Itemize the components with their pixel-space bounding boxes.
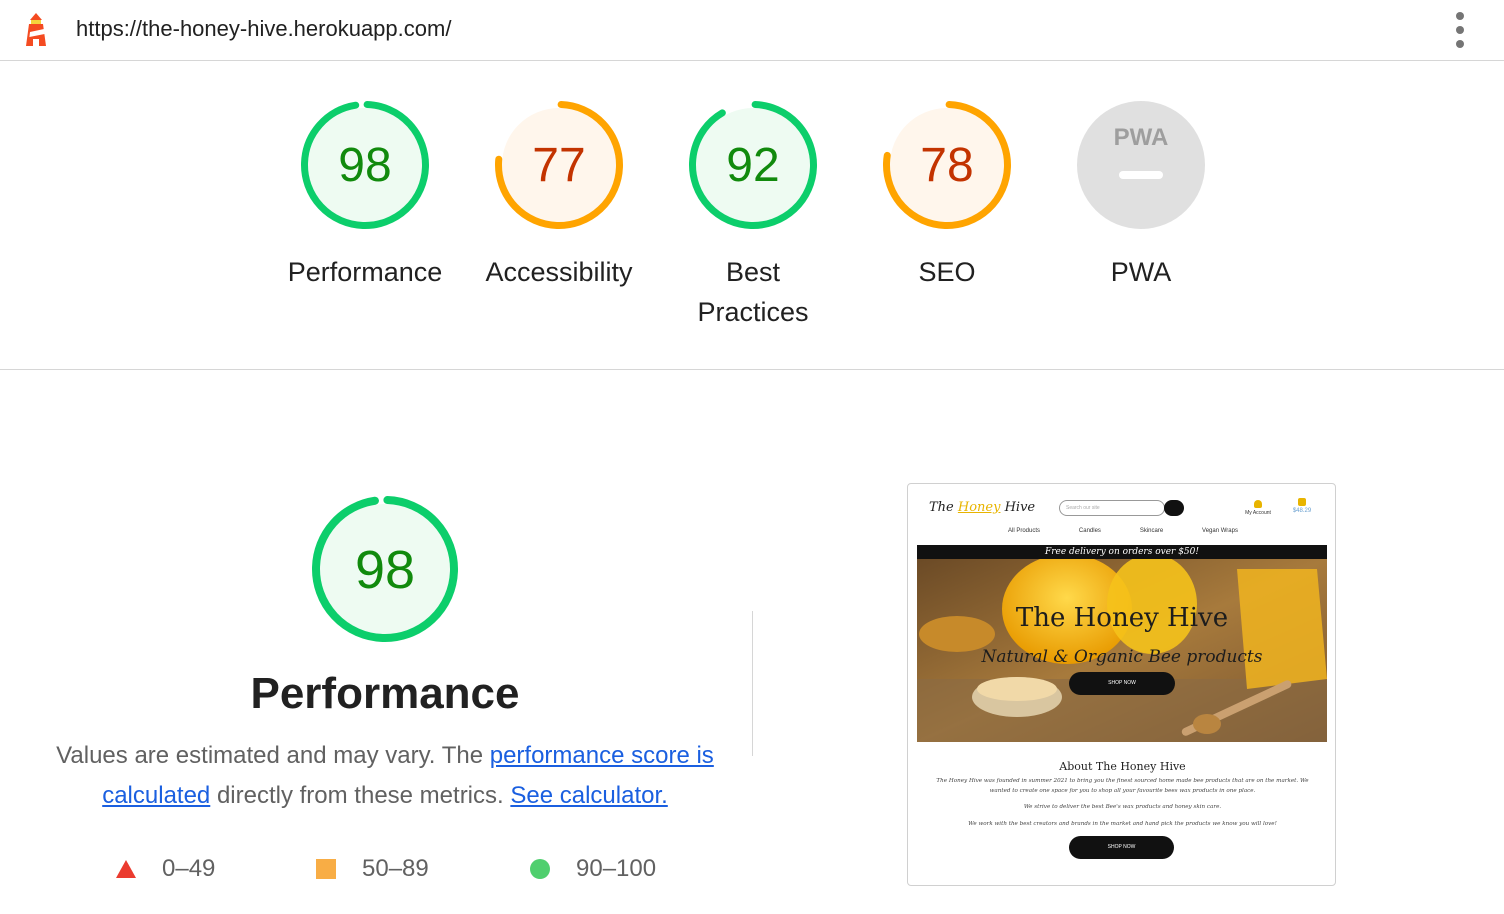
legend-average: 50–89 [316,851,429,887]
gauge-best-practices[interactable]: 92 Best Practices [656,100,850,332]
account-icon [1254,500,1262,508]
performance-title: Performance [250,669,520,718]
site-about-text: We strive to deliver the best Bee's wax … [1023,804,1222,810]
gauge-label: Best Practices [697,257,809,327]
gauge-label: Performance [287,257,443,287]
performance-description: Values are estimated and may vary. The p… [50,736,720,816]
fail-triangle-icon [116,860,136,878]
site-about-title: About The Honey Hive [1059,760,1186,773]
site-search-input: Search our site [1059,500,1165,516]
report-url[interactable]: https://the-honey-hive.herokuapp.com/ [76,16,451,42]
gauge-performance-ring: 98 [301,100,429,229]
legend-average-range: 50–89 [362,855,429,882]
gauge-best-practices-ring: 92 [689,100,817,229]
gauge-accessibility-ring: 77 [495,100,623,229]
site-hero-subtitle: Natural & Organic Bee products [981,647,1263,667]
cart-icon [1298,498,1306,506]
site-nav-item: All Products [1008,528,1041,534]
site-about-text: The Honey Hive was founded in summer 202… [936,778,1309,794]
gauge-pwa[interactable]: PWA PWA [1044,100,1238,292]
site-cart: $48.29 [1288,498,1316,514]
pwa-badge-icon: PWA [1077,101,1205,229]
performance-section: 98 Performance Values are estimated and … [0,371,1504,912]
gauge-label: SEO [918,257,976,287]
legend-fail-range: 0–49 [162,855,216,882]
gauge-seo[interactable]: 78 SEO [850,100,1044,292]
site-search-icon [1164,500,1184,516]
site-nav: All Products Candles Skincare Vegan Wrap… [1008,528,1238,534]
site-about-text: We work with the best creators and brand… [968,821,1277,827]
gauge-accessibility[interactable]: 77 Accessibility [462,100,656,292]
gauge-score: 98 [355,540,415,600]
gauge-score: 98 [338,139,391,192]
see-calculator-link[interactable]: See calculator. [510,782,667,809]
gauge-label: Accessibility [485,257,633,287]
pass-circle-icon [530,859,550,879]
desc-text-1: Values are estimated and may vary. The [56,742,490,769]
section-divider [752,611,753,756]
gauge-seo-ring: 78 [883,100,1011,229]
legend-fail: 0–49 [116,851,215,887]
gauge-label: PWA [1110,257,1172,287]
desc-text-2: directly from these metrics. [210,782,511,809]
site-hero-title: The Honey Hive [1015,603,1229,633]
report-toolbar: https://the-honey-hive.herokuapp.com/ [0,0,1504,61]
gauge-performance[interactable]: 98 Performance [268,100,462,292]
average-square-icon [316,859,336,879]
performance-gauge: 98 [312,496,458,642]
category-gauges: 98 Performance 77 Accessibility 92 Best … [0,62,1504,370]
final-screenshot[interactable]: The Honey Hive Search our site My Accoun… [907,483,1336,886]
site-account: My Account [1238,500,1278,516]
site-logo: The Honey Hive [929,500,1036,515]
site-nav-item: Skincare [1139,528,1164,534]
more-vert-icon[interactable] [1448,10,1472,50]
site-delivery-banner: Free delivery on orders over $50! [917,545,1327,559]
site-shop-now-button: SHOP NOW [1069,836,1174,859]
legend-pass-range: 90–100 [576,855,657,882]
site-hero-image: The Honey Hive Natural & Organic Bee pro… [917,559,1327,742]
site-shop-now-button: SHOP NOW [1069,672,1175,695]
site-nav-item: Vegan Wraps [1202,528,1238,534]
site-nav-item: Candles [1078,528,1101,534]
lighthouse-icon [26,13,46,46]
gauge-score: 92 [726,139,779,192]
gauge-score: 78 [920,139,973,192]
gauge-score: 77 [532,139,585,192]
pwa-badge-text: PWA [1114,124,1169,151]
legend-pass: 90–100 [530,851,656,887]
